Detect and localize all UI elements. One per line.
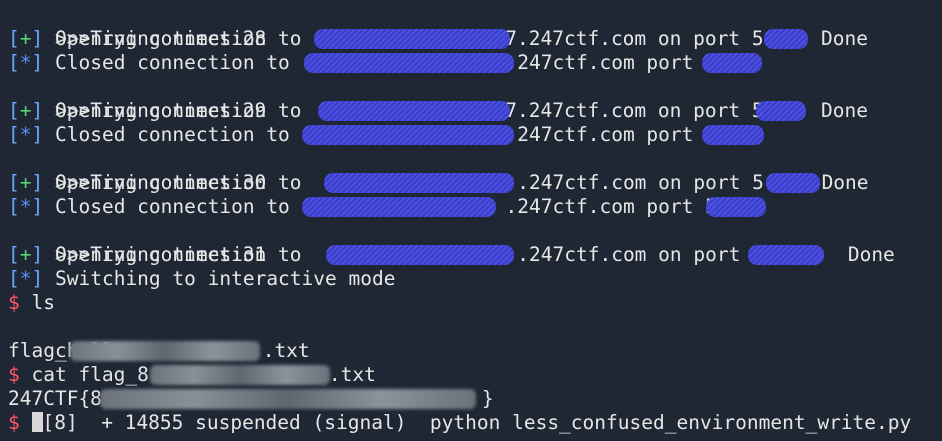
prompt-symbol: $: [8, 291, 20, 314]
command-text: [8] + 14855 suspended (signal) python le…: [42, 411, 912, 434]
output-line: >>>Trying times:29: [54, 99, 267, 122]
redaction-scribble: [302, 125, 514, 145]
redaction-scribble: [766, 173, 820, 193]
redaction-scribble: [314, 29, 510, 49]
redaction-scribble: [318, 101, 510, 121]
shell-prompt-line: $ ls: [8, 291, 55, 315]
command-text: ls: [19, 291, 55, 314]
redaction-scribble: [756, 101, 806, 121]
text-cursor: [31, 412, 43, 432]
status-plus: +: [19, 27, 32, 50]
output-line: chall: [8, 315, 114, 362]
redaction-scribble: [702, 125, 764, 145]
status-star: *: [19, 51, 32, 74]
redaction-scribble: [326, 245, 514, 265]
redaction-scribble: [702, 53, 762, 73]
redaction-blur: [150, 365, 330, 385]
output-line: >>>Trying times:30: [54, 171, 267, 194]
status-plus: +: [19, 243, 32, 266]
output-line: >>>Trying times:28: [54, 27, 267, 50]
status-star: *: [19, 123, 32, 146]
redaction-scribble: [764, 29, 808, 49]
redaction-blur: [100, 389, 476, 409]
prompt-symbol: $: [8, 411, 20, 434]
redaction-scribble: [748, 245, 824, 265]
command-text: cat flag_8: [19, 363, 149, 386]
redaction-blur: [70, 341, 260, 361]
redaction-scribble: [302, 197, 496, 217]
status-star: *: [19, 267, 32, 290]
terminal-window[interactable]: >>>Trying times:28 [+] Opening connectio…: [0, 0, 942, 441]
output-line: >>>Trying times:31: [54, 243, 267, 266]
output-line: [*] Switching to interactive mode: [8, 267, 396, 290]
redaction-scribble: [706, 197, 766, 217]
redaction-scribble: [324, 173, 514, 193]
status-plus: +: [19, 171, 32, 194]
shell-prompt-line[interactable]: $ [8] + 14855 suspended (signal) python …: [8, 411, 911, 435]
prompt-symbol: $: [8, 363, 20, 386]
status-bracket: [: [8, 27, 20, 50]
status-star: *: [19, 195, 32, 218]
status-plus: +: [19, 99, 32, 122]
redaction-scribble: [304, 53, 514, 73]
